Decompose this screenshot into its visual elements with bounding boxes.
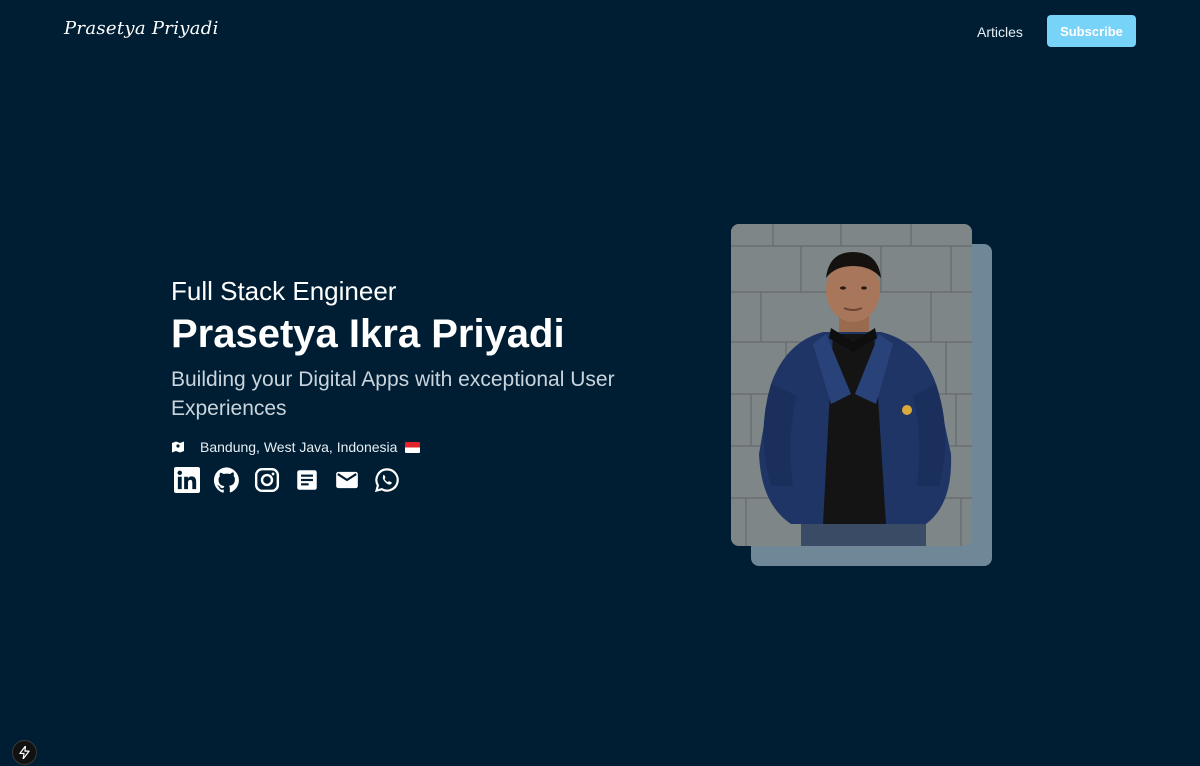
email-icon[interactable]: [334, 467, 360, 493]
whatsapp-icon[interactable]: [374, 467, 400, 493]
map-icon: [171, 440, 185, 454]
hero-tagline: Building your Digital Apps with exceptio…: [171, 368, 615, 420]
social-links: [174, 467, 414, 493]
hero-name: Prasetya Ikra Priyadi: [171, 312, 565, 356]
subscribe-button[interactable]: Subscribe: [1047, 15, 1136, 47]
location-text: Bandung, West Java, Indonesia: [200, 439, 398, 455]
github-icon[interactable]: [214, 467, 240, 493]
indonesia-flag-icon: [405, 442, 421, 453]
profile-photo: [731, 224, 972, 546]
site-logo[interactable]: Prasetya Priyadi: [64, 18, 219, 39]
hero-role: Full Stack Engineer: [171, 276, 397, 306]
hero-location: Bandung, West Java, Indonesia: [200, 439, 421, 455]
nav-articles-link[interactable]: Articles: [977, 24, 1023, 40]
article-icon[interactable]: [294, 467, 320, 493]
instagram-icon[interactable]: [254, 467, 280, 493]
linkedin-icon[interactable]: [174, 467, 200, 493]
bolt-icon[interactable]: [12, 740, 37, 765]
